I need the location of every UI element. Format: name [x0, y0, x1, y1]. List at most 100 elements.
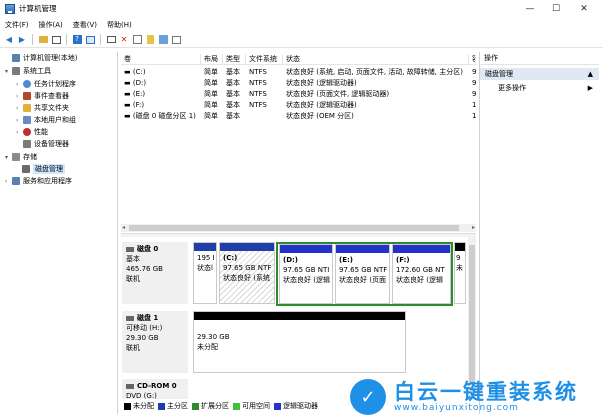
- up-folder-icon[interactable]: [38, 35, 48, 45]
- partition-d[interactable]: (D:) 97.65 GB NTI 状态良好 (逻辑: [279, 244, 333, 304]
- folder-icon: [23, 104, 31, 112]
- partition-size: 29.30 GB: [197, 333, 230, 341]
- tree-item-label: 存储: [23, 153, 37, 161]
- volume-table-header: 卷 布局 类型 文件系统 状态 容: [121, 54, 476, 65]
- column-header-volume[interactable]: 卷: [121, 54, 201, 64]
- partition-bar: [194, 243, 216, 251]
- tree-item-device-manager[interactable]: 设备管理器: [16, 138, 69, 150]
- key-icon[interactable]: [145, 35, 155, 45]
- partition-oem[interactable]: 195 I 状态l: [193, 242, 217, 304]
- computer-management-icon: [5, 3, 15, 14]
- column-header-status[interactable]: 状态: [283, 54, 469, 64]
- volume-filesystem: NTFS: [249, 68, 267, 76]
- pane-splitter[interactable]: [121, 233, 476, 237]
- cdrom-label[interactable]: CD-ROM 0 DVD (G:): [122, 379, 188, 400]
- actions-section-disk-management[interactable]: 磁盘管理 ▲: [480, 68, 599, 80]
- expand-arrow-icon[interactable]: ›: [16, 81, 23, 88]
- delete-icon[interactable]: ✕: [119, 35, 129, 45]
- table-row[interactable]: ▬ (C:) 简单 基本 NTFS 状态良好 (系统, 启动, 页面文件, 活动…: [121, 67, 476, 78]
- volume-status: 状态良好 (系统, 启动, 页面文件, 活动, 故障转储, 主分区): [286, 68, 463, 76]
- partition-status: 未分配: [197, 343, 218, 351]
- actions-section-label: 磁盘管理: [485, 70, 513, 78]
- tree-item-performance[interactable]: › 性能: [16, 126, 48, 138]
- menu-file[interactable]: 文件(F): [5, 20, 29, 30]
- column-header-layout[interactable]: 布局: [201, 54, 223, 64]
- collapse-arrow-icon[interactable]: ▾: [5, 154, 12, 161]
- tree-item-computer-management[interactable]: 计算机管理(本地): [5, 52, 77, 64]
- forward-arrow-icon[interactable]: ▶: [17, 35, 27, 45]
- table-row[interactable]: ▬ (D:) 简单 基本 NTFS 状态良好 (逻辑驱动器) 9: [121, 78, 476, 89]
- table-row[interactable]: ▬ (E:) 简单 基本 NTFS 状态良好 (页面文件, 逻辑驱动器) 9: [121, 89, 476, 100]
- volume-type: 基本: [226, 68, 240, 76]
- menu-help[interactable]: 帮助(H): [107, 20, 132, 30]
- volume-status: 状态良好 (逻辑驱动器): [286, 101, 357, 109]
- expand-arrow-icon[interactable]: ›: [16, 129, 23, 136]
- table-row[interactable]: ▬ (磁盘 0 磁盘分区 1) 简单 基本 状态良好 (OEM 分区) 1: [121, 111, 476, 122]
- performance-icon: [23, 128, 31, 136]
- device-icon: [23, 140, 31, 148]
- show-tree-icon[interactable]: [51, 35, 61, 45]
- column-header-type[interactable]: 类型: [223, 54, 246, 64]
- partition-status: 未: [456, 264, 463, 272]
- tree-item-label: 事件查看器: [34, 92, 69, 100]
- more-actions-label: 更多操作: [498, 84, 526, 92]
- tree-item-services-apps[interactable]: › 服务和应用程序: [5, 175, 72, 187]
- scrollbar-thumb[interactable]: [129, 225, 459, 231]
- expand-arrow-icon[interactable]: ›: [16, 105, 23, 112]
- table-row[interactable]: ▬ (F:) 简单 基本 NTFS 状态良好 (逻辑驱动器) 1: [121, 100, 476, 111]
- properties-icon[interactable]: [85, 35, 95, 45]
- column-header-capacity[interactable]: 容: [469, 54, 476, 64]
- connect-icon[interactable]: [106, 35, 116, 45]
- collapse-up-icon[interactable]: ▲: [588, 68, 593, 80]
- minimize-button[interactable]: —: [516, 0, 544, 17]
- cdrom-icon: [126, 383, 134, 389]
- back-arrow-icon[interactable]: ◀: [4, 35, 14, 45]
- disk-0-label[interactable]: 磁盘 0 基本 465.76 GB 联机: [122, 242, 188, 304]
- menu-action[interactable]: 操作(A): [39, 20, 63, 30]
- tree-item-label: 系统工具: [23, 67, 51, 75]
- column-header-filesystem[interactable]: 文件系统: [246, 54, 283, 64]
- check-icon[interactable]: [132, 35, 142, 45]
- tree-item-label: 本地用户和组: [34, 116, 76, 124]
- partition-unallocated-small[interactable]: 9未: [454, 242, 466, 304]
- partition-e[interactable]: (E:) 97.65 GB NTF 状态良好 (页面: [335, 244, 390, 304]
- more-actions-item[interactable]: 更多操作 ▶: [480, 82, 599, 94]
- collapse-arrow-icon[interactable]: ▾: [5, 68, 12, 75]
- legend-label: 扩展分区: [201, 402, 229, 410]
- legend-swatch: [233, 402, 240, 410]
- vertical-scrollbar[interactable]: [468, 237, 476, 399]
- tree-item-event-viewer[interactable]: › 事件查看器: [16, 90, 69, 102]
- partition-unallocated[interactable]: 29.30 GB 未分配: [193, 311, 406, 373]
- volume-icon: ▬: [124, 90, 133, 98]
- tree-item-shared-folders[interactable]: › 共享文件夹: [16, 102, 69, 114]
- tree-item-task-scheduler[interactable]: › 任务计划程序: [16, 78, 76, 90]
- partition-status: 状态良好 (系统: [223, 274, 270, 282]
- partition-f[interactable]: (F:) 172.60 GB NT 状态良好 (逻辑: [392, 244, 451, 304]
- expand-arrow-icon[interactable]: ›: [5, 178, 12, 185]
- maximize-button[interactable]: ☐: [542, 0, 570, 17]
- menu-view[interactable]: 查看(V): [73, 20, 97, 30]
- list-view-icon[interactable]: [171, 35, 181, 45]
- scroll-right-icon[interactable]: ▸: [472, 224, 475, 231]
- horizontal-scrollbar[interactable]: ◂ ▸: [121, 224, 476, 232]
- tree-item-storage[interactable]: ▾ 存储: [5, 151, 37, 163]
- help-icon[interactable]: ?: [72, 35, 82, 45]
- disk-1-label[interactable]: 磁盘 1 可移动 (H:) 29.30 GB 联机: [122, 311, 188, 373]
- volume-name: ▬ (C:): [121, 67, 201, 78]
- scrollbar-thumb[interactable]: [469, 245, 475, 385]
- disk-icon: [126, 246, 134, 252]
- tree-item-system-tools[interactable]: ▾ 系统工具: [5, 65, 51, 77]
- expand-arrow-icon[interactable]: ›: [16, 93, 23, 100]
- tree-item-local-users[interactable]: › 本地用户和组: [16, 114, 76, 126]
- partition-letter: (E:): [339, 256, 353, 264]
- legend-label: 未分配: [133, 402, 154, 410]
- tree-item-disk-management[interactable]: 磁盘管理: [22, 163, 65, 175]
- close-button[interactable]: ✕: [570, 0, 598, 17]
- export-icon[interactable]: [158, 35, 168, 45]
- expand-arrow-icon[interactable]: ›: [16, 117, 23, 124]
- scroll-left-icon[interactable]: ◂: [122, 224, 125, 231]
- volume-icon: ▬: [124, 68, 133, 76]
- volume-status: 状态良好 (逻辑驱动器): [286, 79, 357, 87]
- partition-c[interactable]: (C:) 97.65 GB NTF 状态良好 (系统: [219, 242, 275, 304]
- volume-icon: ▬: [124, 79, 133, 87]
